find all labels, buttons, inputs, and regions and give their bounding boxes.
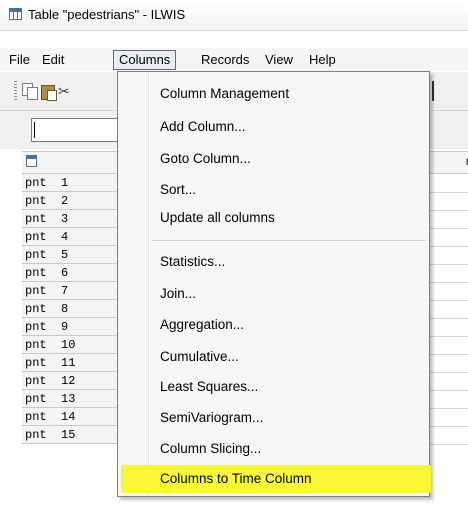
window-titlebar: Table "pedestrians" - ILWIS — [0, 0, 468, 31]
menu-view[interactable]: View — [260, 51, 298, 69]
menu-bar: File Edit Columns Records View Help — [0, 48, 468, 71]
menu-item-join[interactable]: Join... — [160, 284, 196, 304]
menu-separator — [152, 240, 425, 242]
menu-help[interactable]: Help — [304, 51, 341, 69]
toolbar-grip[interactable] — [14, 81, 17, 101]
menu-item-column-management[interactable]: Column Management — [160, 84, 289, 104]
row-label[interactable]: pnt 12 — [22, 372, 118, 390]
toolbar-separator — [432, 81, 434, 101]
row-label[interactable]: pnt 11 — [22, 354, 118, 372]
menu-item-goto-column[interactable]: Goto Column... — [160, 149, 251, 169]
menu-item-statistics[interactable]: Statistics... — [160, 252, 225, 272]
menu-records[interactable]: Records — [196, 51, 254, 69]
copy-icon[interactable] — [22, 83, 38, 100]
menu-item-aggregation[interactable]: Aggregation... — [160, 315, 244, 335]
menu-columns[interactable]: Columns — [113, 50, 177, 70]
row-label[interactable]: pnt 5 — [22, 246, 118, 264]
row-label[interactable]: pnt 15 — [22, 426, 118, 444]
menu-item-cumulative[interactable]: Cumulative... — [160, 347, 239, 367]
menu-file[interactable]: File — [4, 51, 35, 69]
table-corner-icon[interactable] — [26, 155, 37, 167]
row-label[interactable]: pnt 8 — [22, 300, 118, 318]
paste-icon[interactable] — [40, 83, 57, 101]
menu-edit[interactable]: Edit — [37, 51, 69, 69]
menu-item-add-column[interactable]: Add Column... — [160, 117, 246, 137]
row-label[interactable]: pnt 1 — [22, 174, 118, 192]
row-label[interactable]: pnt 13 — [22, 390, 118, 408]
menu-item-least-squares[interactable]: Least Squares... — [160, 377, 258, 397]
menu-item-semivariogram[interactable]: SemiVariogram... — [160, 408, 263, 428]
window-title: Table "pedestrians" - ILWIS — [28, 7, 186, 22]
table-icon — [9, 8, 22, 20]
menu-item-columns-to-time-column[interactable]: Columns to Time Column — [160, 469, 312, 489]
row-label[interactable]: pnt 6 — [22, 264, 118, 282]
row-label[interactable]: pnt 9 — [22, 318, 118, 336]
row-label[interactable]: pnt 3 — [22, 210, 118, 228]
menu-item-update-all-columns[interactable]: Update all columns — [160, 208, 275, 228]
row-label[interactable]: pnt 14 — [22, 408, 118, 426]
row-label[interactable]: pnt 4 — [22, 228, 118, 246]
row-label[interactable]: pnt 7 — [22, 282, 118, 300]
cut-icon[interactable]: ✂ — [58, 83, 74, 99]
menu-item-column-slicing[interactable]: Column Slicing... — [160, 439, 261, 459]
menu-item-sort[interactable]: Sort... — [160, 180, 196, 200]
row-label[interactable]: pnt 2 — [22, 192, 118, 210]
row-label[interactable]: pnt 10 — [22, 336, 118, 354]
columns-dropdown-menu: Column Management Add Column... Goto Col… — [117, 71, 431, 497]
